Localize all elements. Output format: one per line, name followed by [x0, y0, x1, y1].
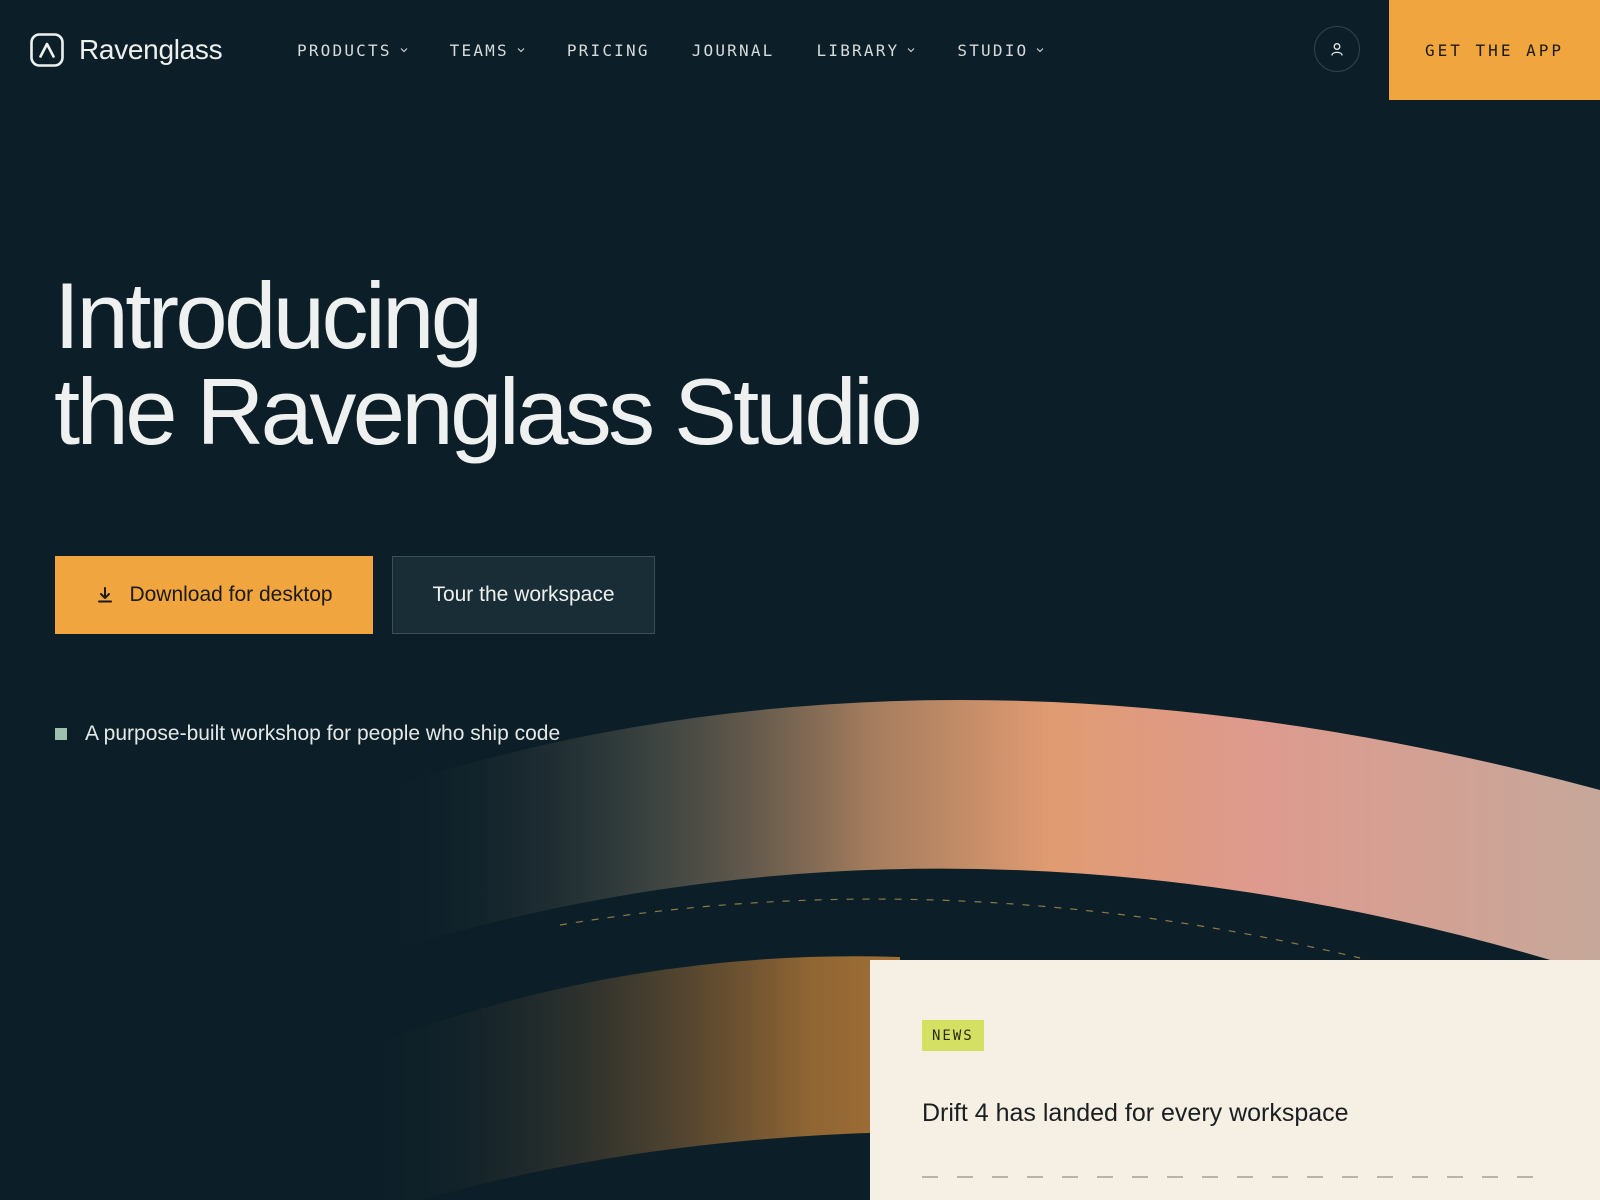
user-icon — [1331, 43, 1343, 56]
tour-workspace-label: Tour the workspace — [432, 583, 615, 606]
nav-item-pricing[interactable]: PRICING — [567, 41, 650, 60]
account-button[interactable] — [1314, 26, 1360, 72]
main-nav: PRODUCTS TEAMS PRICING JOURNAL LIBRARY S… — [297, 36, 1086, 64]
hero-title: Introducing the Ravenglass Studio — [54, 263, 923, 464]
nav-item-label: STUDIO — [957, 40, 1029, 60]
tagline-text: A purpose-built workshop for people who … — [85, 722, 561, 745]
news-badge: NEWS — [922, 1020, 984, 1051]
download-desktop-label: Download for desktop — [129, 583, 333, 606]
bullet-square — [55, 728, 67, 740]
get-the-app-button[interactable]: GET THE APP — [1389, 0, 1600, 100]
nav-item-studio[interactable]: STUDIO — [957, 41, 1044, 60]
nav-item-label: JOURNAL — [691, 40, 775, 60]
nav-item-library[interactable]: LIBRARY — [817, 41, 916, 60]
nav-item-label: PRICING — [566, 40, 650, 60]
download-desktop-button[interactable]: Download for desktop — [55, 556, 373, 634]
chevron-down-icon — [400, 48, 408, 53]
nav-item-journal[interactable]: JOURNAL — [692, 41, 775, 60]
nav-item-label: TEAMS — [449, 40, 509, 60]
hero-tagline: A purpose-built workshop for people who … — [55, 722, 560, 746]
lower-arc — [340, 956, 900, 1200]
hero-title-line-1: Introducing — [54, 263, 483, 368]
site-header: Ravenglass PRODUCTS TEAMS PRICING JOURNA… — [0, 0, 1600, 100]
nav-item-products[interactable]: PRODUCTS — [297, 41, 408, 60]
chevron-down-icon — [1036, 48, 1044, 53]
hero-title-line-2: the Ravenglass Studio — [54, 359, 923, 464]
tour-workspace-button[interactable]: Tour the workspace — [392, 556, 655, 634]
chevron-down-icon — [907, 48, 915, 53]
brand-name: Ravenglass — [79, 34, 223, 65]
download-icon — [98, 587, 113, 603]
dashed-divider — [922, 1176, 1537, 1178]
news-card: NEWS Drift 4 has landed for every worksp… — [870, 960, 1600, 1200]
chevron-down-icon — [517, 48, 525, 53]
news-headline-link[interactable]: Drift 4 has landed for every workspace — [922, 1099, 1349, 1128]
dashed-arc — [559, 898, 1361, 959]
brand-logo[interactable]: Ravenglass — [30, 31, 223, 69]
nav-item-label: LIBRARY — [816, 40, 900, 60]
brand-mark-icon — [30, 33, 64, 67]
nav-item-teams[interactable]: TEAMS — [450, 41, 525, 60]
nav-item-label: PRODUCTS — [297, 40, 392, 60]
